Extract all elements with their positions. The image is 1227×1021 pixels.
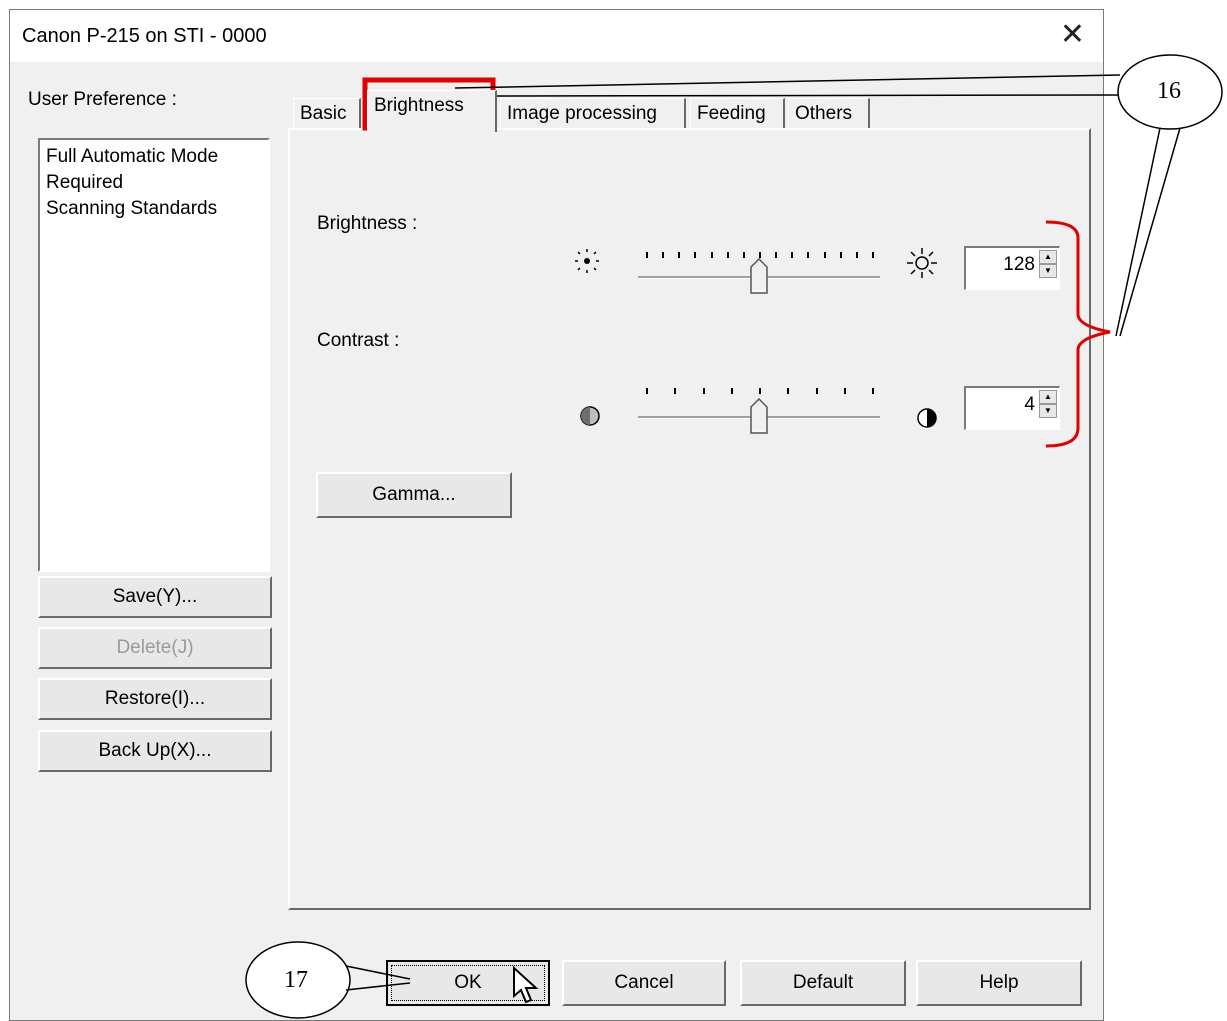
callout-17-leader-bottom bbox=[345, 982, 411, 991]
callout-17-leader-top bbox=[345, 965, 411, 980]
callout-16-pointer-left bbox=[1115, 127, 1161, 337]
callout-16-number: 16 bbox=[1157, 78, 1181, 104]
callout-16-pointer-right bbox=[1119, 127, 1181, 337]
tab-brightness[interactable]: Brightness bbox=[367, 90, 497, 132]
callout-16-leader-top bbox=[454, 74, 1121, 89]
callout-16-leader-bottom bbox=[487, 94, 1121, 97]
annotation-overlay bbox=[245, 54, 1223, 1019]
callout-17-number: 17 bbox=[284, 967, 308, 993]
sliders-bracket bbox=[1045, 220, 1111, 448]
